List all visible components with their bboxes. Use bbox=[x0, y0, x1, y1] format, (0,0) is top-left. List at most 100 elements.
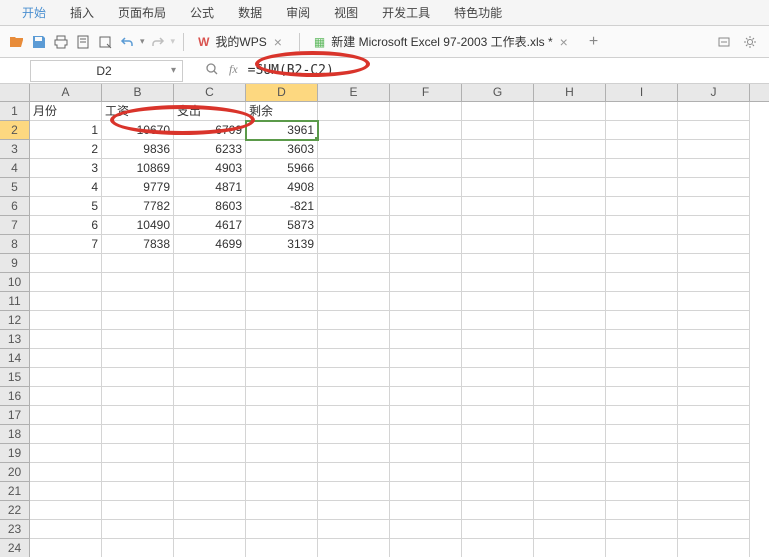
cell-I7[interactable] bbox=[606, 216, 678, 235]
cell-C19[interactable] bbox=[174, 444, 246, 463]
cell-G4[interactable] bbox=[462, 159, 534, 178]
cell-I3[interactable] bbox=[606, 140, 678, 159]
cell-J20[interactable] bbox=[678, 463, 750, 482]
close-icon[interactable]: × bbox=[271, 34, 285, 50]
cell-D19[interactable] bbox=[246, 444, 318, 463]
cell-E2[interactable] bbox=[318, 121, 390, 140]
cell-A2[interactable]: 1 bbox=[30, 121, 102, 140]
cell-A1[interactable]: 月份 bbox=[30, 102, 102, 121]
cell-D21[interactable] bbox=[246, 482, 318, 501]
row-header-15[interactable]: 15 bbox=[0, 368, 29, 387]
cell-D11[interactable] bbox=[246, 292, 318, 311]
cell-F15[interactable] bbox=[390, 368, 462, 387]
row-header-11[interactable]: 11 bbox=[0, 292, 29, 311]
cell-G8[interactable] bbox=[462, 235, 534, 254]
cell-F20[interactable] bbox=[390, 463, 462, 482]
redo-icon[interactable] bbox=[149, 33, 167, 51]
cell-E22[interactable] bbox=[318, 501, 390, 520]
col-header-B[interactable]: B bbox=[102, 84, 174, 101]
cell-F18[interactable] bbox=[390, 425, 462, 444]
cell-C12[interactable] bbox=[174, 311, 246, 330]
save-icon[interactable] bbox=[30, 33, 48, 51]
cell-I13[interactable] bbox=[606, 330, 678, 349]
cell-B23[interactable] bbox=[102, 520, 174, 539]
cell-I17[interactable] bbox=[606, 406, 678, 425]
cell-D23[interactable] bbox=[246, 520, 318, 539]
col-header-E[interactable]: E bbox=[318, 84, 390, 101]
cell-E10[interactable] bbox=[318, 273, 390, 292]
cell-G6[interactable] bbox=[462, 197, 534, 216]
cell-C3[interactable]: 6233 bbox=[174, 140, 246, 159]
cell-J18[interactable] bbox=[678, 425, 750, 444]
cell-J1[interactable] bbox=[678, 102, 750, 121]
cell-F16[interactable] bbox=[390, 387, 462, 406]
cell-F11[interactable] bbox=[390, 292, 462, 311]
cell-H16[interactable] bbox=[534, 387, 606, 406]
cell-B15[interactable] bbox=[102, 368, 174, 387]
row-header-24[interactable]: 24 bbox=[0, 539, 29, 557]
cell-B17[interactable] bbox=[102, 406, 174, 425]
cell-H24[interactable] bbox=[534, 539, 606, 557]
row-header-19[interactable]: 19 bbox=[0, 444, 29, 463]
fx-icon[interactable]: fx bbox=[227, 60, 240, 81]
cell-H15[interactable] bbox=[534, 368, 606, 387]
chevron-down-icon[interactable]: ▾ bbox=[171, 65, 176, 76]
cell-F24[interactable] bbox=[390, 539, 462, 557]
cell-E4[interactable] bbox=[318, 159, 390, 178]
cell-C9[interactable] bbox=[174, 254, 246, 273]
row-header-8[interactable]: 8 bbox=[0, 235, 29, 254]
cell-C15[interactable] bbox=[174, 368, 246, 387]
cell-I12[interactable] bbox=[606, 311, 678, 330]
cell-C24[interactable] bbox=[174, 539, 246, 557]
close-icon[interactable]: × bbox=[557, 34, 571, 50]
cell-B4[interactable]: 10869 bbox=[102, 159, 174, 178]
cell-C11[interactable] bbox=[174, 292, 246, 311]
cell-E24[interactable] bbox=[318, 539, 390, 557]
cell-I14[interactable] bbox=[606, 349, 678, 368]
row-header-17[interactable]: 17 bbox=[0, 406, 29, 425]
cell-I15[interactable] bbox=[606, 368, 678, 387]
cell-C23[interactable] bbox=[174, 520, 246, 539]
menu-特色功能[interactable]: 特色功能 bbox=[442, 0, 514, 25]
cell-G3[interactable] bbox=[462, 140, 534, 159]
cell-I16[interactable] bbox=[606, 387, 678, 406]
cell-J13[interactable] bbox=[678, 330, 750, 349]
cell-B11[interactable] bbox=[102, 292, 174, 311]
row-header-21[interactable]: 21 bbox=[0, 482, 29, 501]
menu-公式[interactable]: 公式 bbox=[178, 0, 226, 25]
cell-H10[interactable] bbox=[534, 273, 606, 292]
cell-D1[interactable]: 剩余 bbox=[246, 102, 318, 121]
cell-D13[interactable] bbox=[246, 330, 318, 349]
cell-G15[interactable] bbox=[462, 368, 534, 387]
col-header-D[interactable]: D bbox=[246, 84, 318, 101]
cell-F21[interactable] bbox=[390, 482, 462, 501]
cell-A8[interactable]: 7 bbox=[30, 235, 102, 254]
cell-G19[interactable] bbox=[462, 444, 534, 463]
cell-G21[interactable] bbox=[462, 482, 534, 501]
cell-B24[interactable] bbox=[102, 539, 174, 557]
cell-D17[interactable] bbox=[246, 406, 318, 425]
cell-B8[interactable]: 7838 bbox=[102, 235, 174, 254]
add-tab-button[interactable]: + bbox=[581, 33, 606, 51]
row-header-1[interactable]: 1 bbox=[0, 102, 29, 121]
cell-H3[interactable] bbox=[534, 140, 606, 159]
open-icon[interactable] bbox=[8, 33, 26, 51]
cell-J19[interactable] bbox=[678, 444, 750, 463]
cell-H6[interactable] bbox=[534, 197, 606, 216]
cell-E8[interactable] bbox=[318, 235, 390, 254]
name-box[interactable]: D2 ▾ bbox=[30, 60, 183, 82]
cell-C17[interactable] bbox=[174, 406, 246, 425]
cell-J21[interactable] bbox=[678, 482, 750, 501]
cell-C6[interactable]: 8603 bbox=[174, 197, 246, 216]
cell-G13[interactable] bbox=[462, 330, 534, 349]
cell-F23[interactable] bbox=[390, 520, 462, 539]
cell-J2[interactable] bbox=[678, 121, 750, 140]
cell-F10[interactable] bbox=[390, 273, 462, 292]
cell-I23[interactable] bbox=[606, 520, 678, 539]
cell-C22[interactable] bbox=[174, 501, 246, 520]
cell-A19[interactable] bbox=[30, 444, 102, 463]
menu-视图[interactable]: 视图 bbox=[322, 0, 370, 25]
cell-F14[interactable] bbox=[390, 349, 462, 368]
cell-I21[interactable] bbox=[606, 482, 678, 501]
cell-D5[interactable]: 4908 bbox=[246, 178, 318, 197]
